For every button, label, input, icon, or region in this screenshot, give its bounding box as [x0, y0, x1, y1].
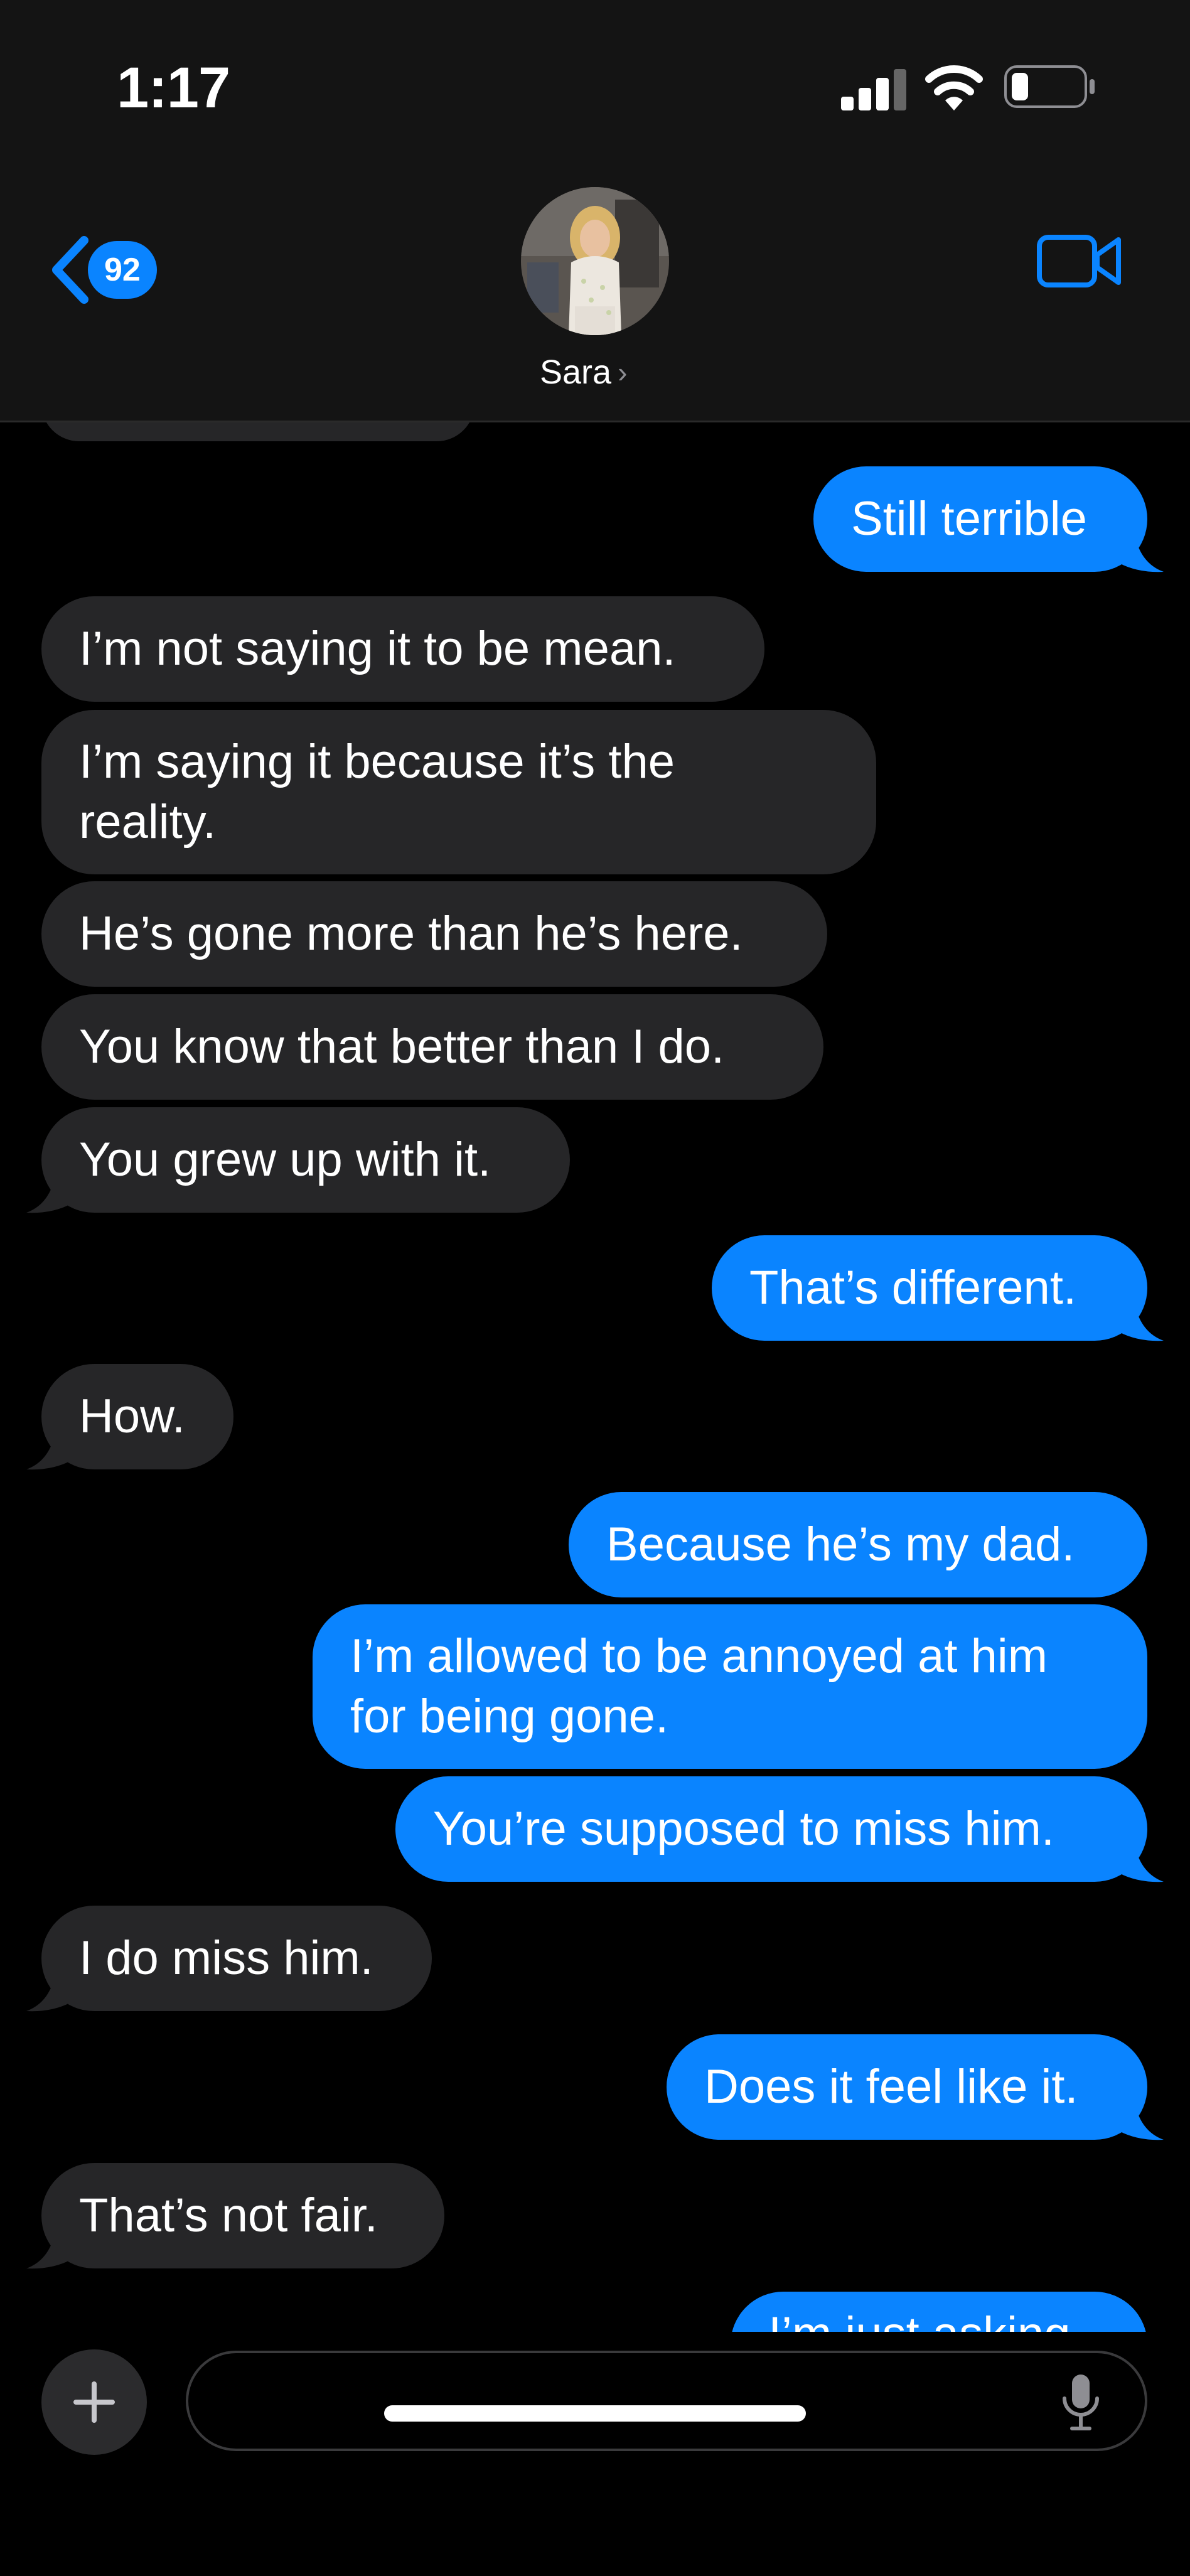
cellular-signal-icon [841, 69, 906, 110]
message-bubble-incoming[interactable]: I’m saying it because it’s the reality. [41, 710, 876, 874]
bubble-tail [1116, 1304, 1164, 1341]
back-button[interactable]: 92 [48, 232, 157, 308]
message-bubble-outgoing[interactable]: I’m just asking. [731, 2292, 1147, 2332]
message-bubble-partial [41, 422, 474, 441]
message-bubble-incoming[interactable]: You grew up with it. [41, 1107, 570, 1213]
add-attachment-button[interactable] [41, 2349, 147, 2455]
message-bubble-outgoing[interactable]: You’re supposed to miss him. [395, 1776, 1147, 1882]
message-bubble-incoming[interactable]: I’m not saying it to be mean. [41, 596, 764, 702]
bubble-tail [26, 2232, 74, 2269]
message-input[interactable] [220, 2372, 1038, 2431]
bubble-tail [1116, 1845, 1164, 1882]
bubble-tail [26, 1433, 74, 1470]
status-time: 1:17 [117, 56, 230, 120]
contact-name-button[interactable]: Sara › [540, 353, 627, 392]
message-bubble-incoming[interactable]: That’s not fair. [41, 2163, 444, 2268]
microphone-icon [1063, 2375, 1099, 2430]
bubble-tail [1116, 2103, 1164, 2140]
wifi-icon [925, 65, 983, 110]
contact-name: Sara [540, 353, 612, 391]
message-bubble-outgoing[interactable]: That’s different. [712, 1235, 1147, 1341]
message-bubble-incoming[interactable]: I do miss him. [41, 1906, 432, 2011]
avatar[interactable] [521, 187, 669, 335]
chevron-right-icon: › [618, 356, 628, 389]
message-bubble-outgoing[interactable]: Does it feel like it. [667, 2034, 1147, 2140]
unread-count-badge: 92 [88, 241, 157, 299]
plus-icon [73, 2381, 115, 2423]
bubble-tail [26, 1975, 74, 2012]
message-bubble-outgoing[interactable]: I’m allowed to be annoyed at him for bei… [313, 1604, 1147, 1769]
contact-photo [521, 187, 669, 335]
bubble-tail [1116, 535, 1164, 572]
message-bubble-outgoing[interactable]: Because he’s my dad. [569, 1492, 1147, 1597]
home-indicator [384, 2405, 806, 2422]
battery-icon [1004, 65, 1095, 108]
message-bubble-incoming[interactable]: You know that better than I do. [41, 994, 823, 1100]
video-camera-icon [1037, 235, 1121, 287]
message-bubble-outgoing[interactable]: Still terrible [813, 466, 1147, 572]
conversation-header: 92 Sara › [0, 157, 1190, 422]
video-call-button[interactable] [1037, 231, 1122, 293]
composer-bar [0, 2332, 1190, 2576]
bubble-tail [26, 1176, 74, 1213]
chevron-left-icon [52, 236, 88, 304]
message-input-field[interactable] [186, 2351, 1147, 2451]
message-thread[interactable]: Still terrible I’m not saying it to be m… [0, 422, 1190, 2332]
message-bubble-incoming[interactable]: He’s gone more than he’s here. [41, 881, 827, 987]
dictation-button[interactable] [1061, 2372, 1101, 2435]
status-bar: 1:17 [0, 0, 1190, 157]
